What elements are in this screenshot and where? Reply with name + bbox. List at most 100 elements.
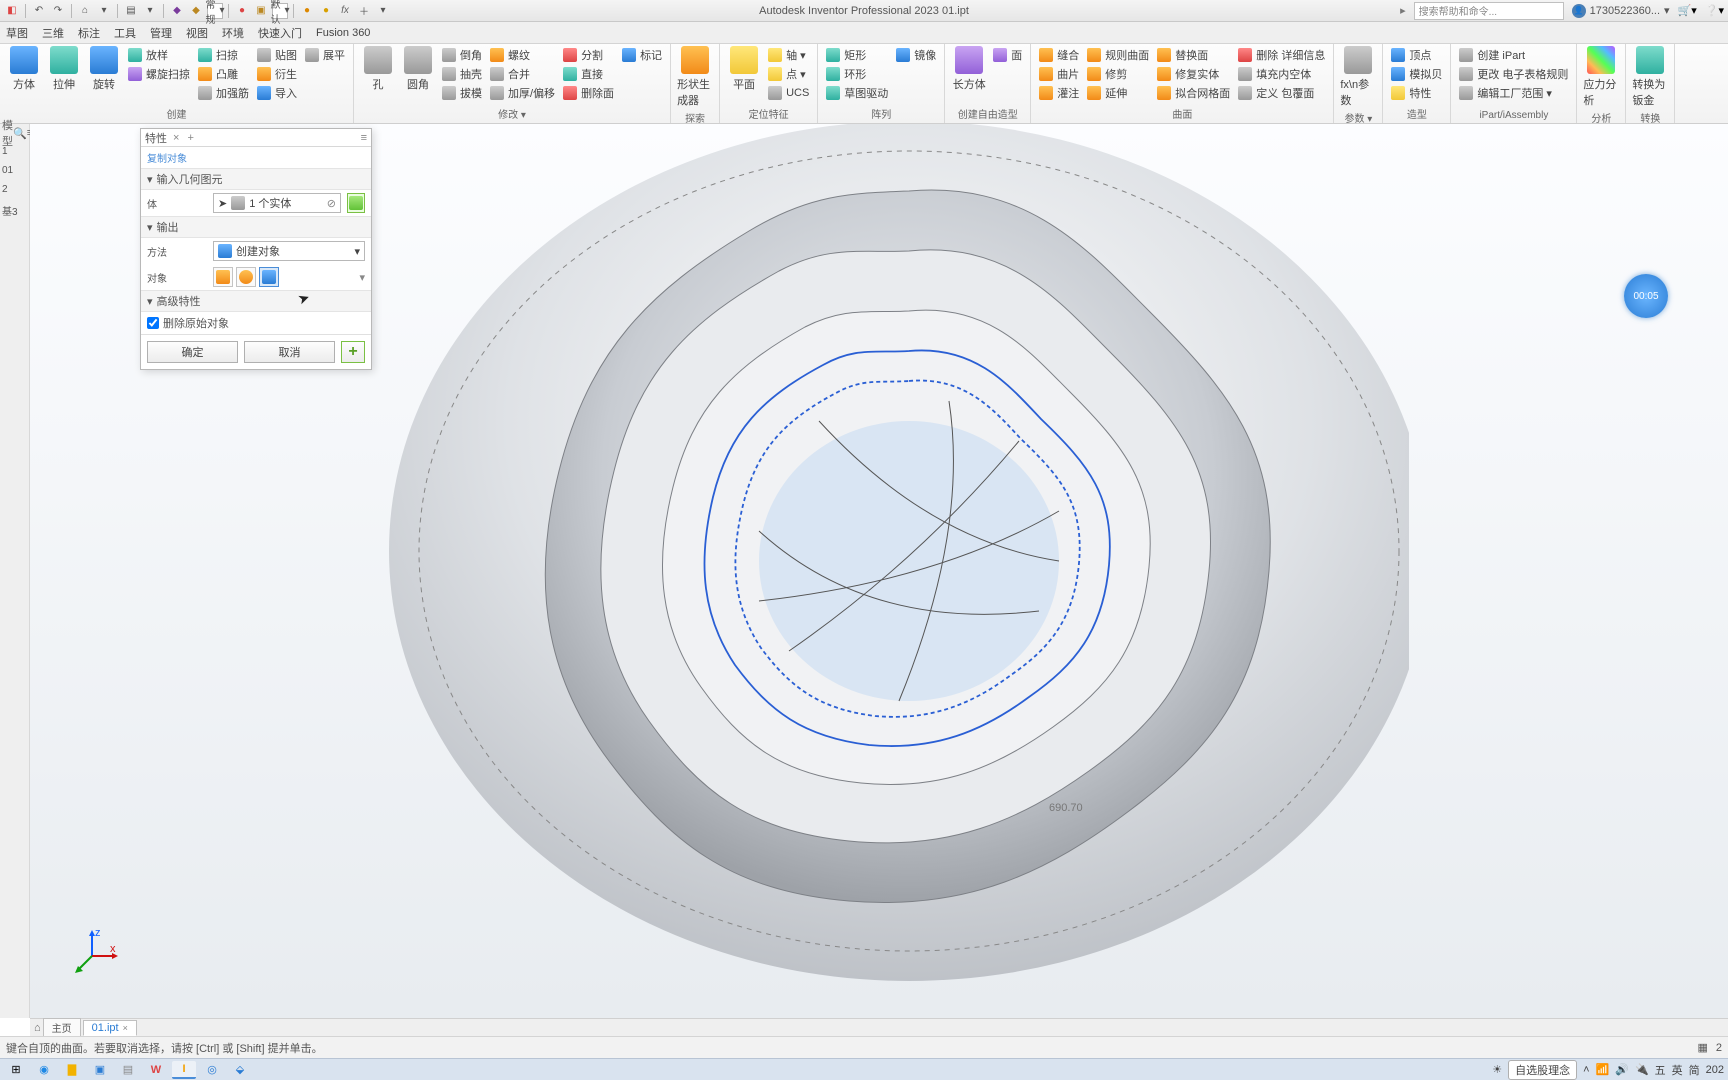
- tray-chevron-icon[interactable]: ˄: [1583, 1064, 1589, 1076]
- checkbox-input[interactable]: [147, 317, 159, 329]
- status-icon[interactable]: ▦: [1697, 1041, 1707, 1054]
- qat-icon[interactable]: ●: [318, 3, 334, 19]
- section-header[interactable]: ▾高级特性: [141, 290, 371, 312]
- ribbon-button[interactable]: 螺纹: [488, 46, 557, 64]
- ribbon-button[interactable]: 矩形: [824, 46, 890, 64]
- apply-plus-button[interactable]: +: [341, 341, 365, 363]
- ribbon-button[interactable]: 灌注: [1037, 84, 1081, 102]
- body-selector-input[interactable]: ➤ 1 个实体 ⊘: [213, 193, 341, 213]
- menu-item[interactable]: 草图: [6, 25, 28, 41]
- add-tab-icon[interactable]: +: [187, 132, 193, 144]
- ribbon-button[interactable]: 凸雕: [196, 65, 251, 83]
- tab-file[interactable]: 01.ipt×: [83, 1020, 137, 1036]
- cart-icon[interactable]: 🛒▾: [1678, 4, 1697, 17]
- ribbon-button[interactable]: 放样: [126, 46, 192, 64]
- ribbon-button[interactable]: 编辑工厂范围 ▾: [1457, 84, 1570, 102]
- ribbon-button[interactable]: 展平: [303, 46, 347, 64]
- ribbon-button[interactable]: 替换面: [1155, 46, 1232, 64]
- cancel-button[interactable]: 取消: [244, 341, 335, 363]
- app-icon[interactable]: ⬙: [228, 1061, 252, 1079]
- wifi-icon[interactable]: 📶: [1596, 1063, 1610, 1076]
- axis-gizmo[interactable]: x z: [70, 928, 120, 978]
- ribbon-button[interactable]: UCS: [766, 84, 811, 102]
- ribbon-button[interactable]: 直接: [561, 65, 616, 83]
- ribbon-button[interactable]: 应力分析: [1583, 46, 1619, 108]
- ribbon-button[interactable]: 平面: [726, 46, 762, 92]
- ribbon-button[interactable]: 草图驱动: [824, 84, 890, 102]
- ribbon-button[interactable]: 加强筋: [196, 84, 251, 102]
- menu-item[interactable]: 工具: [114, 25, 136, 41]
- browser-item[interactable]: 01: [0, 161, 29, 180]
- section-header[interactable]: ▾输入几何图元: [141, 168, 371, 190]
- ribbon-button[interactable]: 旋转: [86, 46, 122, 92]
- ok-button[interactable]: 确定: [147, 341, 238, 363]
- ribbon-button[interactable]: 倒角: [440, 46, 484, 64]
- ribbon-button[interactable]: 标记: [620, 46, 664, 64]
- option-composite[interactable]: [259, 267, 279, 287]
- tab-home[interactable]: 主页: [43, 1018, 81, 1037]
- plus-icon[interactable]: ＋: [356, 3, 372, 19]
- home-icon[interactable]: ⌂: [34, 1022, 41, 1034]
- clear-selection-icon[interactable]: ⊘: [327, 197, 336, 210]
- menu-item[interactable]: 管理: [150, 25, 172, 41]
- ribbon-button[interactable]: 贴图: [255, 46, 299, 64]
- ribbon-button[interactable]: 填充内空体: [1236, 65, 1327, 83]
- panel-menu-icon[interactable]: ≡: [361, 132, 367, 144]
- ribbon-button[interactable]: 导入: [255, 84, 299, 102]
- clock-year[interactable]: 202: [1706, 1064, 1724, 1076]
- ribbon-button[interactable]: 缝合: [1037, 46, 1081, 64]
- ribbon-button[interactable]: 点 ▾: [766, 65, 811, 83]
- ribbon-button[interactable]: 镜像: [894, 46, 938, 64]
- help-icon[interactable]: ❔▾: [1705, 4, 1724, 17]
- close-icon[interactable]: ×: [173, 132, 179, 144]
- ribbon-button[interactable]: 延伸: [1085, 84, 1151, 102]
- ribbon-button[interactable]: 长方体: [951, 46, 987, 92]
- ribbon-button[interactable]: 修复实体: [1155, 65, 1232, 83]
- app-icon[interactable]: ▤: [116, 1061, 140, 1079]
- ribbon-button[interactable]: 拔模: [440, 84, 484, 102]
- undo-icon[interactable]: ↶: [31, 3, 47, 19]
- option-solid[interactable]: [213, 267, 233, 287]
- qat-icon[interactable]: ●: [299, 3, 315, 19]
- ribbon-button[interactable]: 螺旋扫掠: [126, 65, 192, 83]
- ribbon-button[interactable]: 面: [991, 46, 1024, 64]
- ribbon-button[interactable]: 环形: [824, 65, 890, 83]
- new-icon[interactable]: ▤: [123, 3, 139, 19]
- ribbon-button[interactable]: 定义 包覆面: [1236, 84, 1327, 102]
- delete-original-checkbox[interactable]: 删除原始对象: [141, 312, 371, 334]
- open-icon[interactable]: ⌂: [77, 3, 93, 19]
- ribbon-button[interactable]: 更改 电子表格规则: [1457, 65, 1570, 83]
- ribbon-button[interactable]: 拟合网格面: [1155, 84, 1232, 102]
- ime-indicator[interactable]: 五: [1655, 1062, 1666, 1078]
- wps-icon[interactable]: W: [144, 1061, 168, 1079]
- ribbon-button[interactable]: 形状生成器: [677, 46, 713, 108]
- qat-icon[interactable]: ◆: [169, 3, 185, 19]
- explorer-icon[interactable]: ▇: [60, 1061, 84, 1079]
- ribbon-button[interactable]: 规则曲面: [1085, 46, 1151, 64]
- fx-icon[interactable]: fx: [337, 3, 353, 19]
- menu-item[interactable]: Fusion 360: [316, 27, 370, 39]
- ime-indicator[interactable]: 英: [1672, 1062, 1683, 1078]
- ribbon-button[interactable]: 修剪: [1085, 65, 1151, 83]
- ribbon-button[interactable]: 方体: [6, 46, 42, 92]
- qat-icon[interactable]: ●: [234, 3, 250, 19]
- ribbon-button[interactable]: 特性: [1389, 84, 1444, 102]
- close-tab-icon[interactable]: ×: [123, 1023, 128, 1033]
- method-dropdown[interactable]: 创建对象 ▾: [213, 241, 365, 261]
- ribbon-button[interactable]: 创建 iPart: [1457, 46, 1570, 64]
- browser-item[interactable]: 基3: [0, 199, 29, 222]
- ribbon-button[interactable]: 模拟贝: [1389, 65, 1444, 83]
- edge-icon[interactable]: ◉: [32, 1061, 56, 1079]
- store-icon[interactable]: ▣: [88, 1061, 112, 1079]
- section-header[interactable]: ▾输出: [141, 216, 371, 238]
- battery-icon[interactable]: 🔌: [1635, 1063, 1649, 1076]
- browser-item[interactable]: 2: [0, 180, 29, 199]
- ribbon-button[interactable]: 扫掠: [196, 46, 251, 64]
- search-icon[interactable]: 🔍: [13, 127, 27, 140]
- option-dropdown-icon[interactable]: ▾: [359, 271, 365, 284]
- ribbon-button[interactable]: 圆角: [400, 46, 436, 92]
- menu-item[interactable]: 环境: [222, 25, 244, 41]
- option-surface[interactable]: [236, 267, 256, 287]
- menu-item[interactable]: 快速入门: [258, 25, 302, 41]
- qat-icon[interactable]: ◆: [188, 3, 204, 19]
